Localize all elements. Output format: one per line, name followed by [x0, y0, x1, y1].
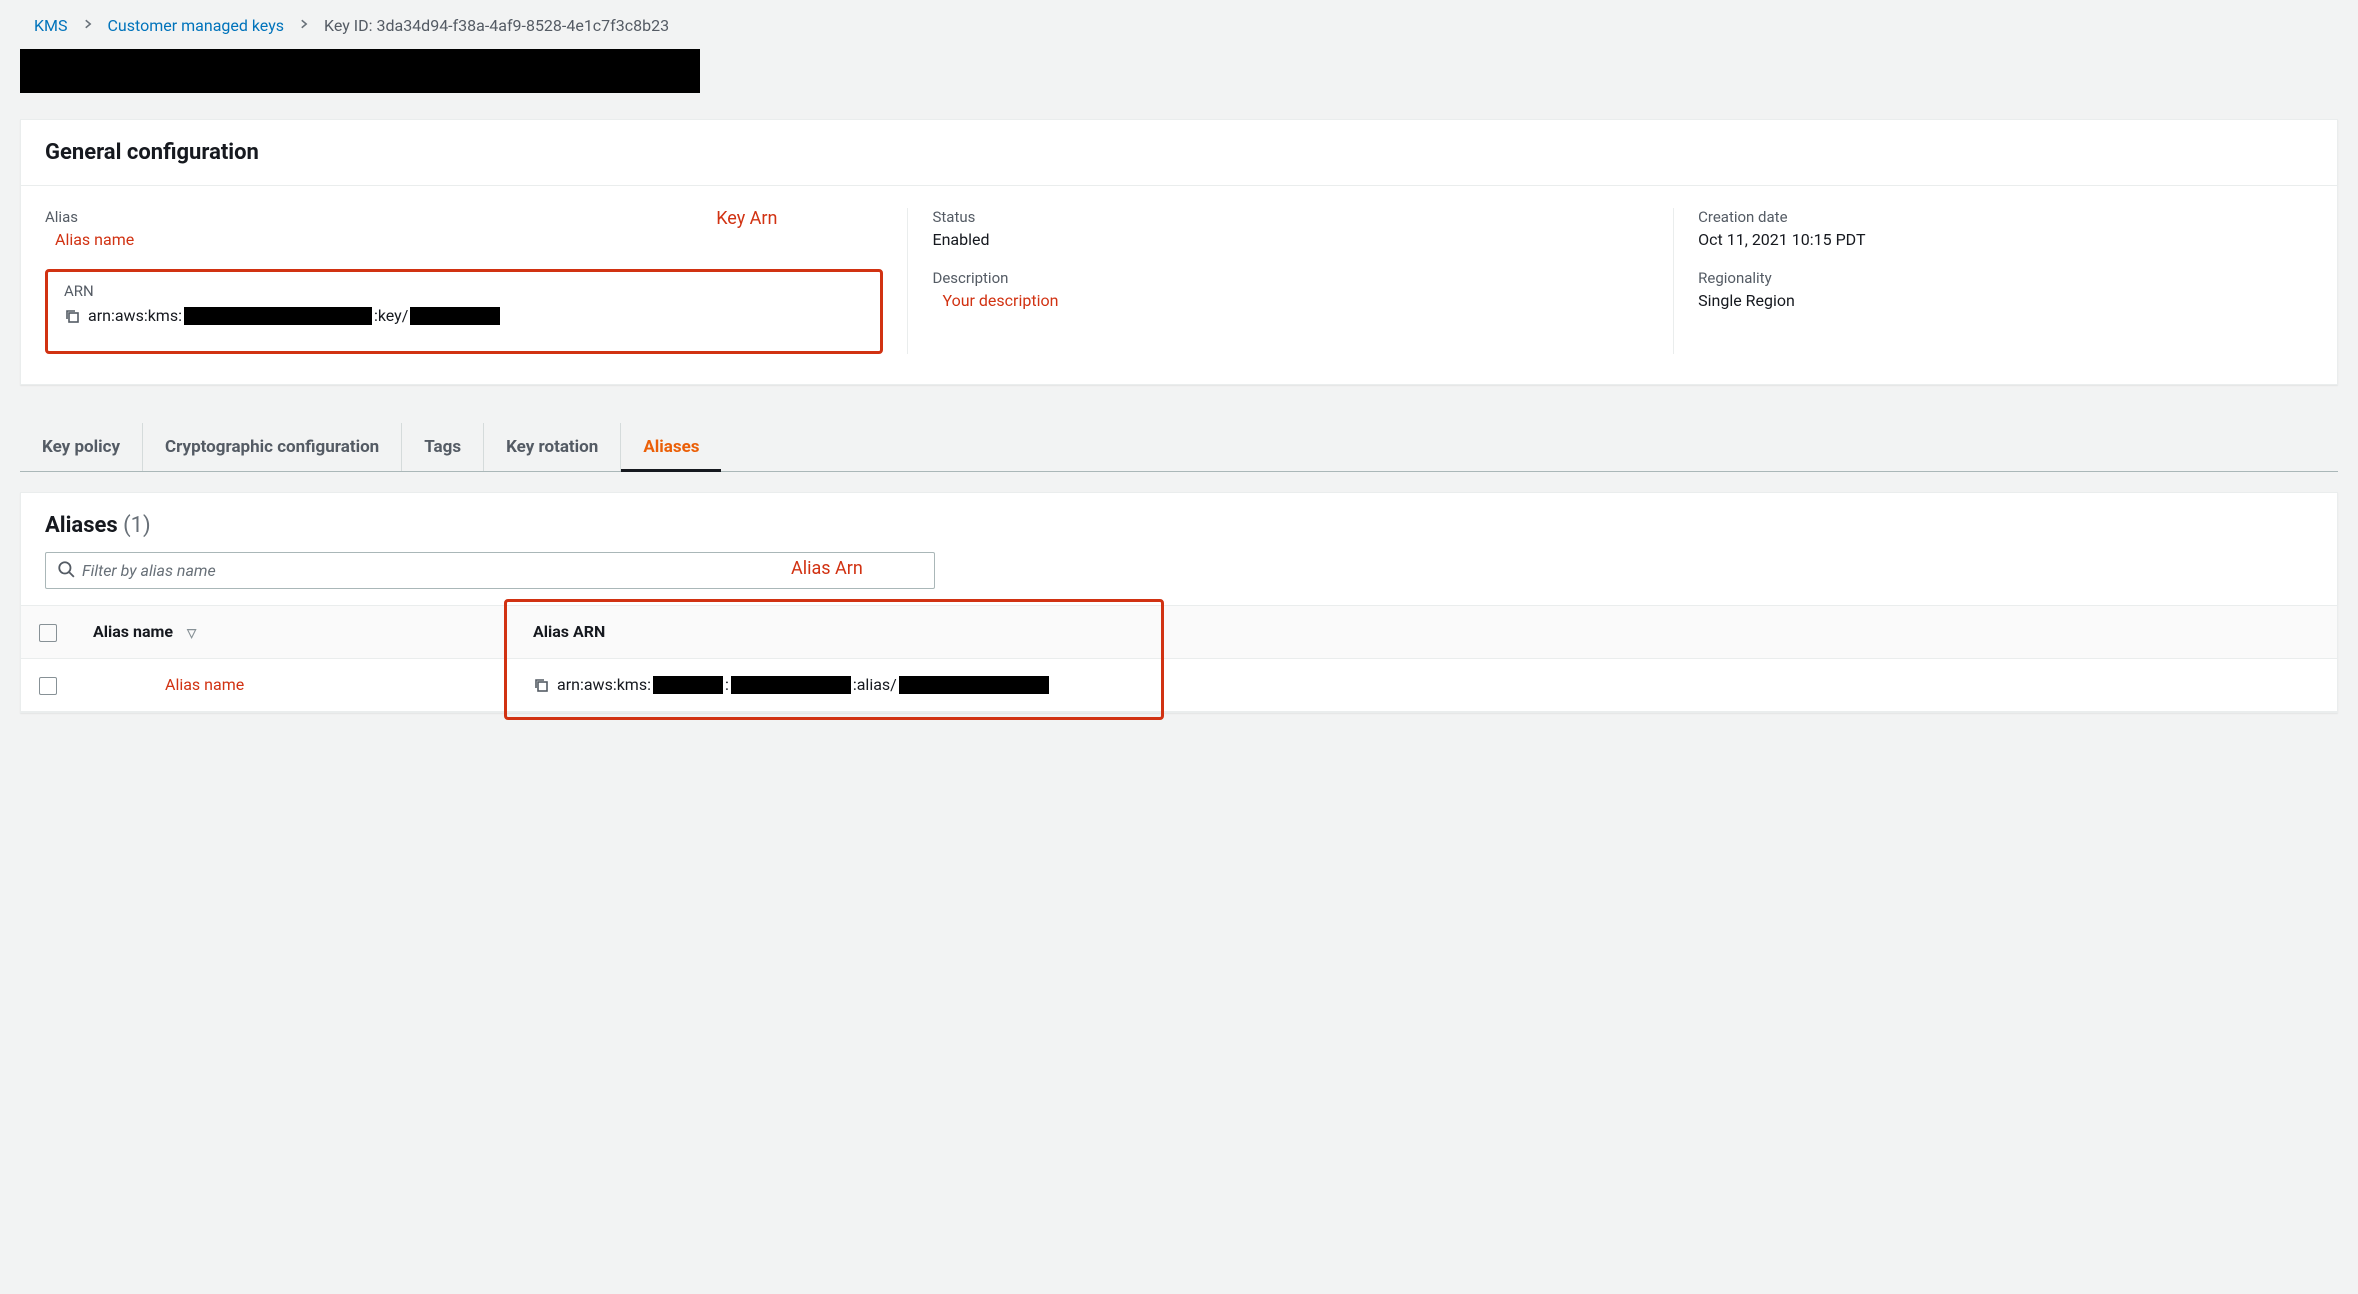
creation-date-label: Creation date — [1698, 208, 2289, 226]
arn-highlight-box: ARN arn:aws:kms: :key — [45, 269, 883, 354]
arn-value-row: arn:aws:kms: :key/ — [64, 306, 864, 325]
alias-arn-sep1: : — [725, 675, 729, 694]
tab-aliases[interactable]: Aliases — [620, 423, 721, 471]
tab-tags[interactable]: Tags — [401, 423, 483, 471]
page-title-redacted — [20, 49, 700, 93]
alias-arn-sep2: :alias/ — [853, 675, 897, 694]
aliases-heading: Aliases (1) — [21, 493, 2337, 552]
aliases-table: Alias name ▽ Alias ARN Alias name — [21, 605, 2337, 712]
description-value: Your description — [932, 291, 1649, 310]
arn-label: ARN — [64, 282, 864, 300]
search-icon — [57, 560, 75, 578]
aliases-count: (1) — [123, 513, 151, 538]
redacted-region — [653, 676, 723, 694]
status-label: Status — [932, 208, 1649, 226]
general-config-panel: General configuration Alias Alias name K… — [20, 119, 2338, 385]
redacted-alias-name — [899, 676, 1049, 694]
col-select-all — [21, 606, 75, 659]
breadcrumb-kms[interactable]: KMS — [34, 16, 68, 35]
arn-prefix: arn:aws:kms: — [88, 306, 182, 325]
tab-key-rotation[interactable]: Key rotation — [483, 423, 620, 471]
regionality-value: Single Region — [1698, 291, 2289, 310]
tab-crypto-config[interactable]: Cryptographic configuration — [142, 423, 401, 471]
chevron-right-icon — [298, 18, 310, 34]
breadcrumb-cmk[interactable]: Customer managed keys — [108, 16, 285, 35]
copy-icon[interactable] — [533, 677, 549, 693]
alias-arn-annotation: Alias Arn — [791, 558, 863, 579]
redacted-region-account — [184, 307, 372, 325]
chevron-right-icon — [82, 18, 94, 34]
redacted-account — [731, 676, 851, 694]
tabs: Key policy Cryptographic configuration T… — [20, 423, 2338, 472]
arn-mid: :key/ — [374, 306, 408, 325]
cell-alias-arn: arn:aws:kms: : :alias/ — [515, 658, 2337, 711]
general-config-heading: General configuration — [21, 120, 2337, 186]
row-checkbox[interactable] — [39, 677, 57, 695]
select-all-checkbox[interactable] — [39, 624, 57, 642]
breadcrumb: KMS Customer managed keys Key ID: 3da34d… — [20, 10, 2338, 49]
key-arn-annotation: Key Arn — [716, 208, 777, 229]
redacted-key-id — [410, 307, 500, 325]
sort-icon: ▽ — [187, 626, 196, 640]
regionality-label: Regionality — [1698, 269, 2289, 287]
description-label: Description — [932, 269, 1649, 287]
status-value: Enabled — [932, 230, 1649, 249]
tab-key-policy[interactable]: Key policy — [20, 423, 142, 471]
breadcrumb-current: Key ID: 3da34d94-f38a-4af9-8528-4e1c7f3c… — [324, 16, 669, 35]
aliases-panel: Aliases (1) Alias Arn Alias name ▽ — [20, 492, 2338, 713]
alias-arn-prefix: arn:aws:kms: — [557, 675, 651, 694]
col-alias-arn[interactable]: Alias ARN — [515, 606, 2337, 659]
copy-icon[interactable] — [64, 308, 80, 324]
table-row: Alias name arn:aws:kms: — [21, 658, 2337, 711]
alias-value: Alias name — [45, 230, 883, 249]
col-alias-name[interactable]: Alias name ▽ — [75, 606, 515, 659]
cell-alias-name: Alias name — [75, 658, 515, 711]
creation-date-value: Oct 11, 2021 10:15 PDT — [1698, 230, 2289, 249]
